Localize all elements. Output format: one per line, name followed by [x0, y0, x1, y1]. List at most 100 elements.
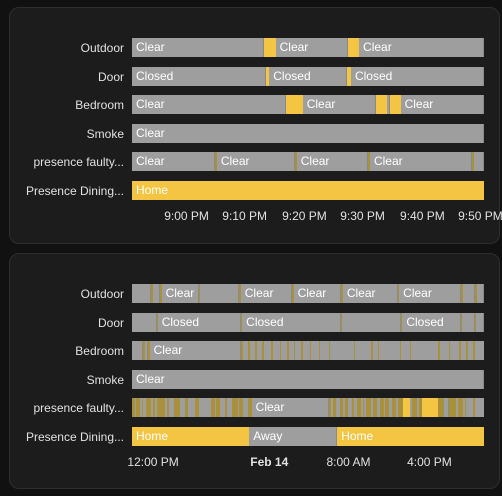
timeline-segment[interactable] — [225, 398, 228, 418]
timeline-segment[interactable] — [264, 38, 276, 57]
timeline-segment[interactable] — [422, 398, 439, 418]
timeline-segment[interactable]: Clear — [132, 38, 264, 57]
timeline-segment[interactable] — [285, 95, 303, 115]
timeline-segment[interactable] — [342, 312, 402, 332]
timeline-segment[interactable] — [410, 341, 412, 361]
timeline-segment[interactable]: Clear — [132, 95, 286, 115]
timeline-segment[interactable] — [366, 398, 372, 418]
timeline-segment[interactable] — [332, 398, 337, 418]
timeline-segment[interactable]: Home — [132, 181, 484, 200]
timeline-segment[interactable] — [403, 398, 411, 418]
timeline-segment[interactable] — [344, 398, 349, 418]
timeline-segment[interactable] — [462, 312, 476, 332]
timeline-segment[interactable] — [348, 38, 360, 57]
timeline-segment[interactable] — [476, 284, 484, 303]
timeline-segment[interactable] — [371, 341, 373, 361]
timeline-segment[interactable]: Closed — [402, 312, 462, 332]
timeline-segment[interactable] — [438, 341, 440, 361]
timeline-segment[interactable] — [457, 398, 463, 418]
timeline-segment[interactable] — [132, 398, 135, 418]
timeline-segment[interactable]: Closed — [242, 312, 342, 332]
timeline-segment[interactable] — [271, 341, 273, 361]
timeline-bar-presence-faulty[interactable]: Clear Clear Clear Clear — [132, 152, 484, 172]
timeline-segment[interactable]: Clear — [342, 284, 398, 303]
timeline-segment[interactable] — [399, 341, 401, 361]
timeline-segment[interactable]: Closed — [132, 66, 266, 86]
timeline-segment[interactable] — [184, 398, 189, 418]
timeline-segment[interactable] — [362, 398, 365, 418]
timeline-segment[interactable]: Away — [249, 427, 338, 446]
timeline-segment[interactable] — [255, 341, 257, 361]
timeline-segment[interactable] — [153, 398, 155, 418]
timeline-bar-outdoor[interactable]: Clear Clear Clear Clear Clear — [132, 284, 484, 303]
timeline-segment[interactable] — [462, 284, 476, 303]
timeline-segment[interactable] — [152, 284, 161, 303]
timeline-segment[interactable] — [352, 398, 354, 418]
timeline-segment[interactable]: Clear — [240, 284, 293, 303]
timeline-segment[interactable] — [293, 341, 295, 361]
timeline-bar-presence-faulty[interactable]: Clear — [132, 398, 484, 418]
timeline-segment[interactable] — [211, 398, 215, 418]
timeline-segment[interactable] — [286, 341, 289, 361]
timeline-segment[interactable]: Home — [337, 427, 484, 446]
timeline-segment[interactable] — [146, 398, 152, 418]
timeline-segment[interactable] — [216, 398, 220, 418]
timeline-segment[interactable] — [141, 398, 144, 418]
timeline-segment[interactable] — [300, 341, 303, 361]
timeline-bar-door[interactable]: Closed Closed Closed — [132, 312, 484, 332]
timeline-segment[interactable] — [473, 152, 484, 172]
timeline-segment[interactable]: Clear — [132, 123, 484, 143]
timeline-segment[interactable] — [392, 398, 396, 418]
timeline-segment[interactable]: Clear — [359, 38, 484, 57]
timeline-segment[interactable]: Clear — [400, 95, 484, 115]
timeline-segment[interactable] — [385, 398, 389, 418]
timeline-bar-bedroom[interactable]: Clear — [132, 341, 484, 361]
timeline-segment[interactable]: Clear — [149, 341, 242, 361]
timeline-segment[interactable] — [390, 95, 401, 115]
timeline-segment[interactable] — [200, 284, 240, 303]
timeline-segment[interactable] — [473, 341, 475, 361]
timeline-segment[interactable]: Closed — [269, 66, 348, 86]
timeline-segment[interactable]: Clear — [161, 284, 199, 303]
timeline-segment[interactable] — [136, 398, 140, 418]
timeline-segment[interactable]: Clear — [293, 284, 342, 303]
timeline-segment[interactable] — [309, 341, 311, 361]
timeline-bar-door[interactable]: Closed Closed Closed — [132, 66, 484, 86]
timeline-segment[interactable] — [241, 341, 243, 361]
timeline-bar-smoke[interactable]: Clear — [132, 123, 484, 143]
timeline-segment[interactable]: Clear — [216, 152, 295, 172]
timeline-segment[interactable] — [448, 398, 456, 418]
timeline-segment[interactable] — [232, 398, 238, 418]
timeline-segment[interactable]: Clear — [132, 152, 215, 172]
timeline-bar-bedroom[interactable]: Clear Clear Clear — [132, 95, 484, 115]
timeline-segment[interactable] — [329, 398, 331, 418]
timeline-segment[interactable] — [239, 398, 243, 418]
timeline-segment[interactable] — [411, 398, 418, 418]
timeline-segment[interactable] — [464, 398, 467, 418]
timeline-segment[interactable] — [279, 341, 282, 361]
timeline-bar-smoke[interactable]: Clear — [132, 369, 484, 389]
timeline-bar-outdoor[interactable]: Clear Clear Clear — [132, 38, 484, 57]
timeline-segment[interactable] — [357, 398, 361, 418]
timeline-segment[interactable]: Clear — [132, 369, 484, 389]
timeline-segment[interactable]: Home — [132, 427, 250, 446]
timeline-bar-presence-dining[interactable]: Home Away Home — [132, 427, 484, 446]
timeline-segment[interactable] — [375, 95, 388, 115]
timeline-segment[interactable] — [466, 341, 468, 361]
timeline-segment[interactable] — [132, 312, 157, 332]
timeline-segment[interactable] — [339, 398, 344, 418]
timeline-segment[interactable] — [459, 341, 461, 361]
timeline-bar-presence-dining[interactable]: Home — [132, 181, 484, 200]
timeline-segment[interactable]: Clear — [296, 152, 368, 172]
timeline-segment[interactable]: Closed — [157, 312, 242, 332]
timeline-segment[interactable] — [157, 398, 166, 418]
timeline-segment[interactable] — [132, 284, 152, 303]
timeline-segment[interactable] — [248, 341, 250, 361]
timeline-segment[interactable] — [378, 341, 380, 361]
timeline-segment[interactable] — [373, 398, 377, 418]
timeline-segment[interactable] — [353, 341, 356, 361]
timeline-segment[interactable]: Clear — [302, 95, 376, 115]
timeline-segment[interactable] — [476, 312, 484, 332]
timeline-segment[interactable]: Clear — [251, 398, 330, 418]
timeline-segment[interactable] — [318, 341, 321, 361]
